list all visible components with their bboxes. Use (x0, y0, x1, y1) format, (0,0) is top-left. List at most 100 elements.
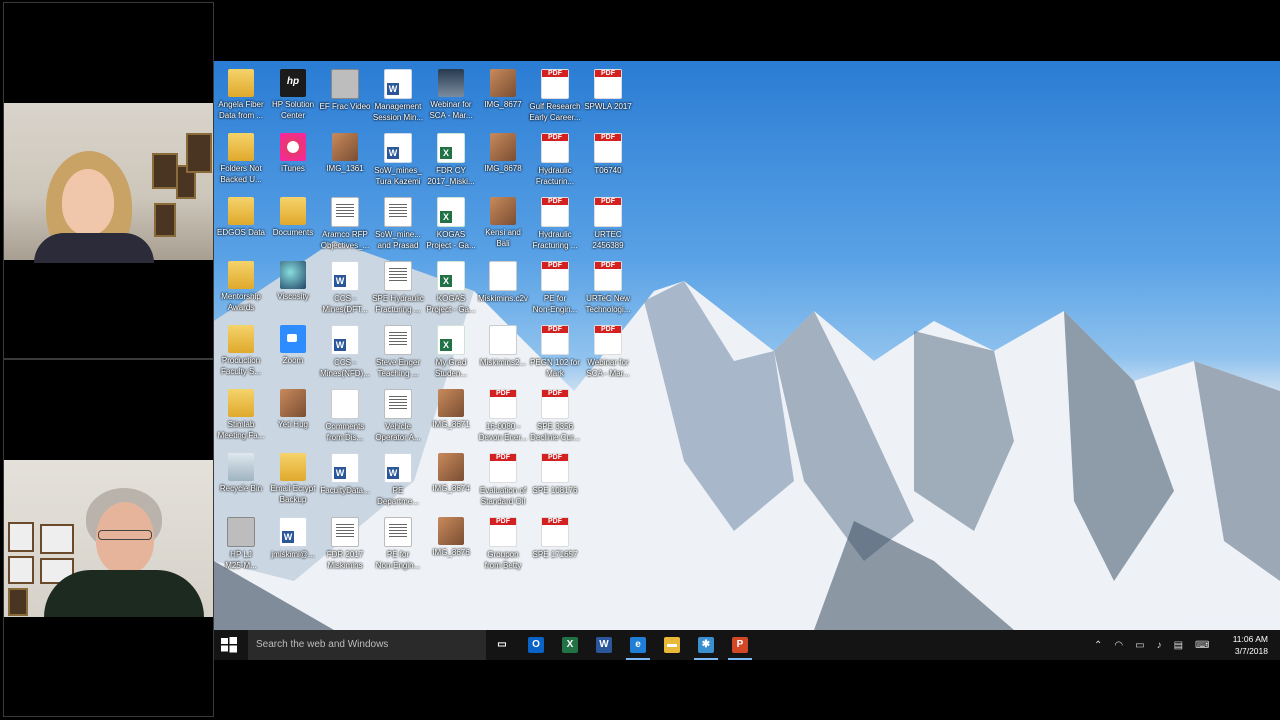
desktop-icon-label: SoW_mine... and Prasad (375, 230, 421, 250)
desktop-icon[interactable]: Webinar for SCA - Mar... (424, 65, 478, 127)
desktop-icon-label: PE Departme... (377, 486, 419, 506)
desktop-icon[interactable]: Comments from Dis... (318, 385, 372, 447)
desktop-icon-label: IMG_1361 (326, 164, 364, 173)
desktop-icon[interactable]: Hydraulic Fracturing ... (528, 193, 582, 255)
desktop-icon[interactable]: Angela Fiber Data from ... (214, 65, 268, 127)
desktop-icon-label: HP LJ M25-M... (225, 550, 257, 570)
doc-file-icon (384, 517, 412, 547)
desktop-icon[interactable]: Miskimins2... (476, 321, 530, 383)
desktop-icon[interactable]: Documents (266, 193, 320, 255)
desktop-icon[interactable]: Stimlab Meeting Fa... (214, 385, 268, 447)
desktop-icon[interactable]: PE Departme... (371, 449, 425, 511)
desktop-icon[interactable]: Groupon from Betty (476, 513, 530, 575)
desktop-icon[interactable]: URTeC New Technologi... (581, 257, 635, 319)
desktop-icon-label: Evaluation of Standard Oil (479, 486, 527, 506)
desktop-icon[interactable]: IMG_8676 (424, 513, 478, 575)
word-file-icon (279, 517, 307, 547)
desktop-icon[interactable]: jmiskimi@... (266, 513, 320, 575)
desktop-icon[interactable]: Kensi and Bali (476, 193, 530, 255)
show-hidden-icons-chevron-icon[interactable]: ⌃ (1094, 640, 1102, 651)
desktop-icon[interactable]: Webinar for SCA - Mar... (581, 321, 635, 383)
presenter-shirt (44, 570, 204, 617)
desktop-icon[interactable]: SPE Hydraulic Fracturing ... (371, 257, 425, 319)
desktop-icon[interactable]: KOGAS Project - Ga... (424, 257, 478, 319)
desktop-icon[interactable]: PE for Non-Engin... (371, 513, 425, 575)
volume-speaker-icon[interactable]: ♪ (1157, 640, 1162, 651)
desktop-icon[interactable]: EF Frac Video (318, 65, 372, 127)
desktop-icon[interactable]: Evaluation of Standard Oil (476, 449, 530, 511)
taskbar-app-outlook[interactable]: O (520, 630, 552, 660)
folder-file-icon (228, 389, 254, 417)
desktop-icon[interactable]: 16-0080 - Devon Ener... (476, 385, 530, 447)
blank-file-icon (331, 389, 359, 419)
taskbar-app-settings-snowflake[interactable]: ✱ (690, 630, 722, 660)
start-button-windows-icon[interactable] (220, 636, 238, 654)
desktop-icon[interactable]: KOGAS Project - Ga... (424, 193, 478, 255)
excel-file-icon (437, 325, 465, 355)
blank-file-icon (489, 261, 517, 291)
desktop-icon[interactable]: IMG_8678 (476, 129, 530, 191)
desktop-icon[interactable]: SPE 171657 (528, 513, 582, 575)
taskbar-search-box[interactable]: Search the web and Windows (248, 630, 486, 660)
desktop-icon[interactable]: PE for Non-Engin... (528, 257, 582, 319)
wall-plaque (154, 203, 176, 237)
battery-icon[interactable]: ▭ (1135, 640, 1144, 651)
desktop-icon-label: Gulf Research Early Career... (529, 102, 581, 122)
desktop-icon[interactable]: Mentorship Awards (214, 257, 268, 319)
desktop-icon[interactable]: My Grad Studen... (424, 321, 478, 383)
desktop-icon[interactable]: FDR 2017 Miskimins (318, 513, 372, 575)
taskbar-app-excel[interactable]: X (554, 630, 586, 660)
taskbar-app-file-explorer[interactable]: ▬ (656, 630, 688, 660)
desktop-icon[interactable]: EDGOS Data (214, 193, 268, 255)
desktop-icon[interactable]: URTEC 2456389 (581, 193, 635, 255)
desktop-icon[interactable]: Yeti Hug (266, 385, 320, 447)
desktop-icon[interactable]: SPWLA 2017 (581, 65, 635, 127)
desktop-icon[interactable]: Vehicle Operator A... (371, 385, 425, 447)
desktop-icon[interactable]: HP LJ M25-M... (214, 513, 268, 575)
taskbar-clock[interactable]: 11:06 AM 3/7/2018 (1233, 633, 1268, 657)
desktop-icon[interactable]: PEGN 102 for Mark (528, 321, 582, 383)
desktop-icon[interactable]: hp HP Solution Center (266, 65, 320, 127)
desktop-icon[interactable]: Recycle Bin (214, 449, 268, 511)
desktop-icon[interactable]: SPE 3356 Declinie Cur... (528, 385, 582, 447)
desktop-icon[interactable]: FDR CY 2017_Miski... (424, 129, 478, 191)
desktop-icon[interactable]: Management Session Min... (371, 65, 425, 127)
desktop-icon[interactable]: FacultyData... (318, 449, 372, 511)
desktop-icon[interactable]: Aramco RFP Objectives_... (318, 193, 372, 255)
desktop-icon[interactable]: IMG_8677 (476, 65, 530, 127)
taskbar-app-word[interactable]: W (588, 630, 620, 660)
desktop-icon[interactable]: Gulf Research Early Career... (528, 65, 582, 127)
pdf-file-icon (594, 325, 622, 355)
desktop-icon[interactable]: iTunes (266, 129, 320, 191)
action-center-icon[interactable]: ▤ (1174, 640, 1183, 651)
desktop-icon[interactable]: IMG_8674 (424, 449, 478, 511)
desktop-icon[interactable]: Hydraulic Fracturin... (528, 129, 582, 191)
desktop-icon[interactable]: Production Faculty S... (214, 321, 268, 383)
desktop-icon-label: Steve Enger Teaching ... (375, 358, 421, 378)
taskbar-app-powerpoint[interactable]: P (724, 630, 756, 660)
taskbar-app-edge[interactable]: e (622, 630, 654, 660)
desktop-icon-label: SPE 108176 (532, 486, 578, 495)
desktop-icon[interactable]: SPE 108176 (528, 449, 582, 511)
desktop-icon[interactable]: Steve Enger Teaching ... (371, 321, 425, 383)
taskbar-app-task-view[interactable]: ▭ (486, 630, 518, 660)
img-file-icon (438, 389, 464, 417)
desktop-icon-label: IMG_8677 (484, 100, 522, 109)
desktop-icon[interactable]: Viscosity (266, 257, 320, 319)
desktop-icon[interactable]: CCS - Mines(NFD)... (318, 321, 372, 383)
desktop-icon[interactable]: T06740 (581, 129, 635, 191)
desktop-icon[interactable]: Miskimins.c2v (476, 257, 530, 319)
wall-certificate (40, 524, 74, 554)
desktop-icon[interactable]: IMG_1361 (318, 129, 372, 191)
desktop-icon[interactable]: Folders Not Backed U... (214, 129, 268, 191)
wall-certificate (8, 556, 34, 584)
desktop-icon[interactable]: IMG_8671 (424, 385, 478, 447)
touch-keyboard-icon[interactable]: ⌨ (1195, 640, 1209, 651)
desktop-icon[interactable]: SoW_mines_ Tura Kazemi (371, 129, 425, 191)
desktop-icon-label: KOGAS Project - Ga... (426, 230, 476, 250)
desktop-icon[interactable]: Zoom (266, 321, 320, 383)
desktop-icon[interactable]: Email Ecrypt Backup (266, 449, 320, 511)
network-wifi-icon[interactable]: ◠ (1114, 640, 1123, 651)
desktop-icon[interactable]: SoW_mine... and Prasad (371, 193, 425, 255)
desktop-icon[interactable]: CCS - Mines(DFT... (318, 257, 372, 319)
